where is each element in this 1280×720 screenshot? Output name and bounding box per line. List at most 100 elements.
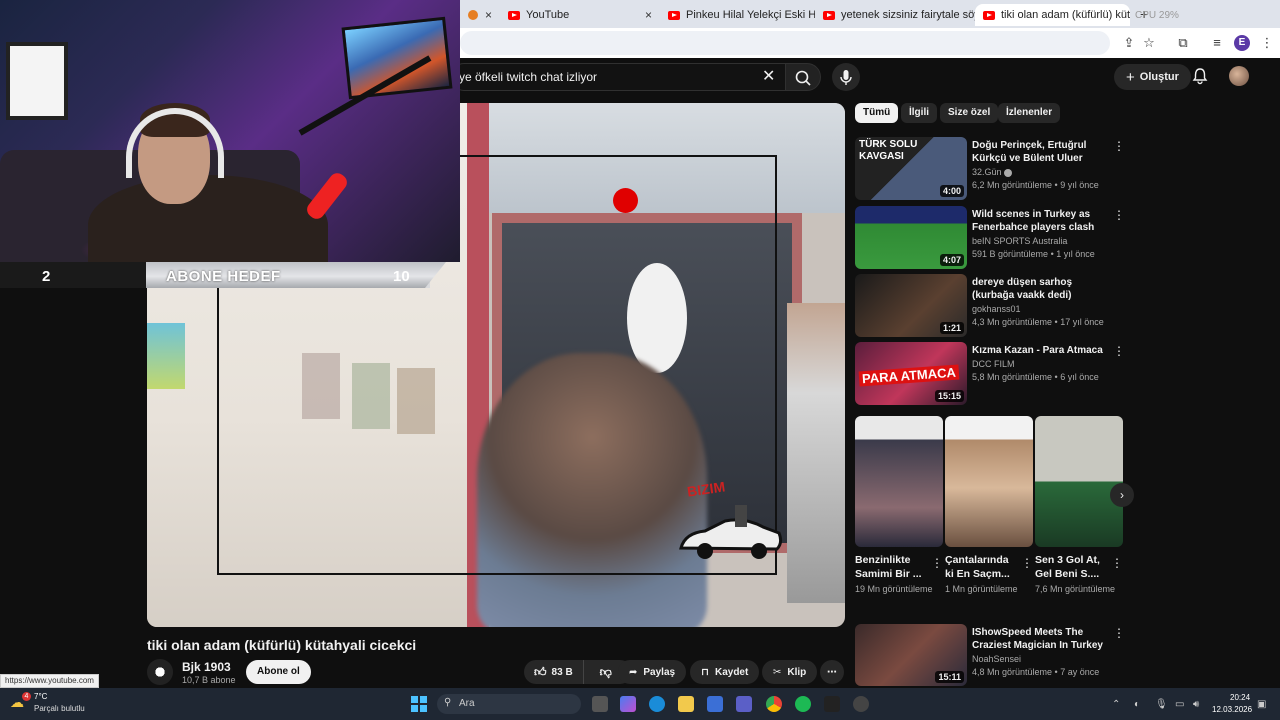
create-button[interactable]: + Oluştur: [1114, 64, 1191, 90]
webcam-wall-tv: [341, 16, 453, 100]
search-button[interactable]: [785, 63, 821, 91]
youtube-icon: [823, 10, 835, 20]
tab-pinkeu[interactable]: Pinkeu Hilal Yelekçi Eski Hali - Y ×: [660, 4, 815, 26]
obs-icon[interactable]: [853, 696, 869, 712]
install-icon[interactable]: ⇪: [1120, 34, 1138, 52]
close-icon[interactable]: ×: [485, 8, 492, 22]
like-button[interactable]: 👍︎ 83 B: [524, 660, 584, 684]
short-item[interactable]: Sen 3 Gol At, Gel Beni S.... 7,6 Mn görü…: [1035, 416, 1123, 596]
store-icon[interactable]: [707, 696, 723, 712]
app-icon[interactable]: [824, 696, 840, 712]
short-title[interactable]: Sen 3 Gol At, Gel Beni S....: [1035, 553, 1107, 581]
weather-badge: 4: [22, 692, 31, 701]
search-icon: ⚲: [444, 697, 452, 708]
mic-tray-icon[interactable]: 🎙︎: [1155, 699, 1168, 710]
file-explorer-icon[interactable]: [678, 696, 694, 712]
clear-search-icon[interactable]: ✕: [762, 66, 775, 86]
notifications-bell-icon[interactable]: [1191, 67, 1209, 85]
account-avatar[interactable]: [1229, 66, 1249, 86]
youtube-icon: [983, 10, 995, 20]
spotify-icon[interactable]: [795, 696, 811, 712]
video-thumbnail[interactable]: TÜRK SOLU KAVGASI 4:00: [855, 137, 967, 200]
weather-widget[interactable]: ☁ 4: [10, 692, 31, 710]
video-thumbnail[interactable]: 1:21: [855, 274, 967, 337]
video-thumbnail[interactable]: 15:11: [855, 624, 967, 686]
bookmark-star-icon[interactable]: ☆: [1140, 34, 1158, 52]
more-vert-icon[interactable]: ⋮: [1021, 556, 1033, 570]
extensions-icon[interactable]: ⧉: [1174, 34, 1192, 52]
recommendation-item[interactable]: 4:07 Wild scenes in Turkey as Fenerbahce…: [855, 206, 1125, 270]
microphone-icon: [840, 70, 852, 85]
search-input[interactable]: [450, 63, 785, 91]
short-item[interactable]: Çantalarında ki En Saçm... 1 Mn görüntül…: [945, 416, 1033, 596]
teams-icon[interactable]: [736, 696, 752, 712]
weather-temp: 7°C: [34, 692, 48, 701]
os-taskbar: [0, 688, 1280, 720]
goal-current: 2: [42, 268, 51, 285]
tray-app-icon[interactable]: ◐: [1134, 699, 1140, 710]
recommendation-item[interactable]: 15:11 IShowSpeed Meets The Craziest Magi…: [855, 624, 1125, 686]
short-title[interactable]: Benzinlikte Samimi Bir ...: [855, 553, 927, 581]
recommendation-item[interactable]: TÜRK SOLU KAVGASI 4:00 Doğu Perinçek, Er…: [855, 137, 1125, 201]
more-vert-icon[interactable]: ⋮: [1113, 626, 1125, 640]
save-button[interactable]: ⊓ Kaydet: [690, 660, 760, 684]
tab-youtube[interactable]: YouTube ×: [500, 4, 660, 26]
clock-time[interactable]: 20:24: [1230, 693, 1250, 702]
address-bar[interactable]: [460, 31, 1110, 55]
more-vert-icon[interactable]: ⋮: [1111, 556, 1123, 570]
clock-date[interactable]: 12.03.2026: [1212, 705, 1252, 714]
recommendation-title[interactable]: Kızma Kazan - Para Atmaca: [972, 344, 1110, 357]
more-vert-icon[interactable]: ⋮: [1113, 208, 1125, 222]
voice-search-button[interactable]: [832, 63, 860, 91]
close-icon[interactable]: ×: [645, 8, 652, 22]
chip-all[interactable]: Tümü: [855, 103, 899, 123]
media-icon[interactable]: ≡: [1208, 34, 1226, 52]
profile-avatar[interactable]: E: [1234, 35, 1250, 51]
edge-icon[interactable]: [649, 696, 665, 712]
video-thumbnail[interactable]: PARA ATMACA 15:15: [855, 342, 967, 405]
short-item[interactable]: Benzinlikte Samimi Bir ... 19 Mn görüntü…: [855, 416, 943, 596]
short-thumbnail[interactable]: [945, 416, 1033, 547]
chrome-icon[interactable]: [766, 696, 782, 712]
search-icon: [795, 70, 811, 86]
more-actions-button[interactable]: ⋯: [820, 660, 844, 684]
short-title[interactable]: Çantalarında ki En Saçm...: [945, 553, 1017, 581]
tab-previous[interactable]: ×: [460, 4, 500, 26]
short-thumbnail[interactable]: [855, 416, 943, 547]
copilot-icon[interactable]: [620, 696, 636, 712]
chip-watched[interactable]: İzlenenler: [998, 103, 1061, 123]
chip-for-you[interactable]: Size özel: [940, 103, 999, 123]
more-vert-icon[interactable]: ⋮: [1113, 139, 1125, 153]
share-button[interactable]: ➦ Paylaş: [618, 660, 687, 684]
recommendation-title[interactable]: dereye düşen sarhoş (kurbağa vaakk dedi): [972, 276, 1110, 302]
more-vert-icon[interactable]: ⋮: [931, 556, 943, 570]
car-logo-icon: [679, 505, 783, 559]
windows-start-icon[interactable]: [411, 696, 427, 712]
chevron-right-icon[interactable]: ›: [1110, 483, 1134, 507]
subscribe-button[interactable]: Abone ol: [246, 660, 311, 684]
more-vert-icon[interactable]: ⋮: [1113, 344, 1125, 358]
video-duration: 1:21: [939, 322, 964, 334]
taskbar-search[interactable]: ⚲ Ara: [437, 694, 581, 714]
clip-button[interactable]: ✂ Klip: [762, 660, 818, 684]
video-scene-bystander: [787, 303, 845, 603]
recommendation-item[interactable]: 1:21 dereye düşen sarhoş (kurbağa vaakk …: [855, 274, 1125, 338]
channel-avatar[interactable]: [147, 659, 173, 685]
tab-active-video[interactable]: tiki olan adam (küfürlü) kütahy ×: [975, 4, 1130, 26]
menu-kebab-icon[interactable]: ⋮: [1258, 34, 1276, 52]
volume-tray-icon[interactable]: 🔊︎: [1193, 699, 1199, 710]
network-tray-icon[interactable]: ▭: [1175, 699, 1184, 710]
webcam-wall-portrait: [6, 42, 68, 120]
recommendation-title[interactable]: Wild scenes in Turkey as Fenerbahce play…: [972, 208, 1110, 234]
chip-related[interactable]: İlgili: [901, 103, 937, 123]
wifi-tray-icon[interactable]: ⌃: [1112, 699, 1120, 710]
recommendation-title[interactable]: IShowSpeed Meets The Craziest Magician I…: [972, 626, 1110, 652]
task-view-icon[interactable]: [592, 696, 608, 712]
video-thumbnail[interactable]: 4:07: [855, 206, 967, 269]
recommendation-title[interactable]: Doğu Perinçek, Ertuğrul Kürkçü ve Bülent…: [972, 139, 1110, 165]
tab-yetenek[interactable]: yetenek sizsiniz fairytale söyley ×: [815, 4, 975, 26]
short-thumbnail[interactable]: [1035, 416, 1123, 547]
notification-tray-icon[interactable]: ▣: [1257, 699, 1266, 710]
channel-name[interactable]: Bjk 1903: [182, 660, 231, 674]
recommendation-item[interactable]: PARA ATMACA 15:15 Kızma Kazan - Para Atm…: [855, 342, 1125, 406]
